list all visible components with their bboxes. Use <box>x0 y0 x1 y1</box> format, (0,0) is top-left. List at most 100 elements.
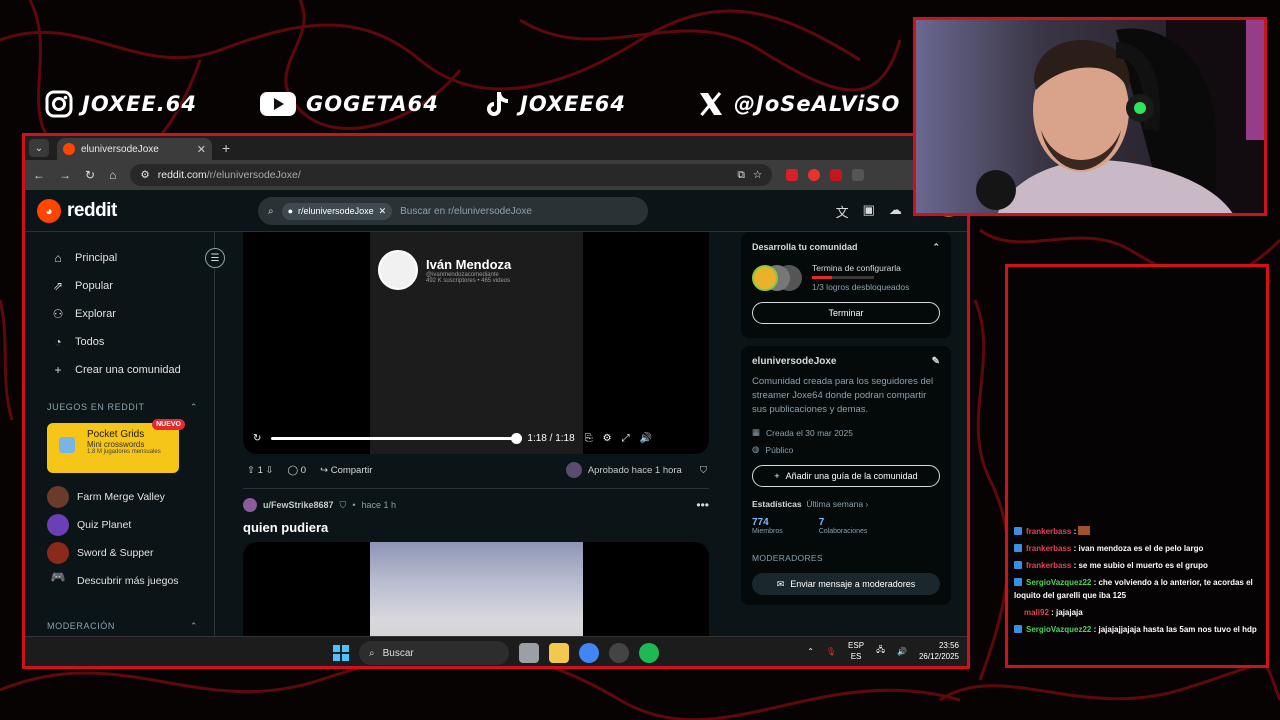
search-bar[interactable]: ⌕ ● r/eluniversodeJoxe ✕ Buscar en r/elu… <box>258 197 648 225</box>
game-sword-supper[interactable]: Sword & Supper <box>25 539 214 567</box>
nav-principal[interactable]: ⌂ Principal <box>25 244 214 272</box>
stats-period[interactable]: Última semana <box>806 499 863 509</box>
extension-icon[interactable] <box>808 169 821 181</box>
task-view-icon[interactable] <box>519 643 539 663</box>
reddit-logo[interactable]: ◕ reddit <box>37 198 257 223</box>
tab-reddit[interactable]: eluniversodeJoxe ✕ <box>57 138 212 160</box>
games-section-title[interactable]: JUEGOS EN REDDIT ⌃ <box>25 402 214 413</box>
post-author[interactable]: u/FewStrike8687 <box>263 500 334 510</box>
tab-list-button[interactable]: ⌄ <box>29 139 49 157</box>
share-button[interactable]: ↪ Compartir <box>320 465 372 476</box>
social-x: @JoSeALViSO <box>696 86 900 122</box>
replay-icon[interactable]: ↻ <box>253 433 261 444</box>
ads-icon[interactable]: ▣ <box>863 202 875 221</box>
game-farm-merge-valley[interactable]: Farm Merge Valley <box>25 483 214 511</box>
nav-popular[interactable]: ⇗ Popular <box>25 272 214 300</box>
plus-icon: + <box>54 363 62 377</box>
moderator-avatar <box>565 462 582 478</box>
tray-overflow-icon[interactable]: ⌃ <box>807 647 814 656</box>
chevron-up-icon[interactable]: ⌃ <box>932 242 940 253</box>
url-path: /r/eluniversodeJoxe/ <box>206 169 301 181</box>
snoo-icon: ◕ <box>37 198 61 223</box>
message-mods-button[interactable]: ✉ Enviar mensaje a moderadores <box>752 573 940 595</box>
webcam-feed <box>913 17 1267 216</box>
nav-label: Todos <box>75 336 105 348</box>
game-avatar <box>47 514 69 536</box>
file-explorer-icon[interactable] <box>549 643 569 663</box>
moderation-section-title[interactable]: MODERACIÓN ⌃ <box>25 621 214 632</box>
vote-group: ⇧ 1 ⇩ <box>247 465 274 476</box>
nav-explorar[interactable]: ⚇ Explorar <box>25 300 214 328</box>
install-app-icon[interactable]: ⧉ <box>737 169 745 182</box>
volume-icon[interactable]: 🔊 <box>640 433 652 444</box>
approved-status: Aprobado hace 1 hora ⛉ <box>565 462 707 478</box>
microphone-icon[interactable]: 🎙 <box>826 647 836 656</box>
add-guide-button[interactable]: + Añadir una guía de la comunidad <box>752 465 940 487</box>
chat-messages: frankerbass : frankerbass : ivan mendoza… <box>1014 525 1264 640</box>
finish-button[interactable]: Terminar <box>752 302 940 324</box>
spotify-icon[interactable] <box>639 643 659 663</box>
gamepad-icon: 🎮 <box>50 570 66 584</box>
chat-icon[interactable]: ☁ <box>889 202 902 221</box>
windows-start-icon[interactable] <box>333 645 349 661</box>
reload-icon[interactable]: ↻ <box>85 168 95 182</box>
social-instagram: JOXEE.64 <box>44 86 197 122</box>
translate-icon[interactable]: 文 <box>836 202 849 221</box>
clock[interactable]: 23:56 26/12/2025 <box>919 640 959 662</box>
promo-title: Pocket Grids <box>87 429 145 440</box>
fullscreen-icon[interactable]: ⤢ <box>622 433 630 444</box>
adblock-extension-icon[interactable] <box>830 169 843 181</box>
upvote-icon[interactable]: ⇧ <box>247 465 255 476</box>
subreddit-chip[interactable]: ● r/eluniversodeJoxe ✕ <box>281 202 393 220</box>
back-icon[interactable]: ← <box>33 168 45 182</box>
home-button-icon[interactable]: ⌂ <box>109 168 116 182</box>
language-indicator[interactable]: ESP ES <box>848 640 864 662</box>
downvote-icon[interactable]: ⇩ <box>266 465 274 476</box>
comments-button[interactable]: ◯ 0 <box>288 465 307 476</box>
stats: 774 Miembros 7 Colaboraciones <box>752 517 940 535</box>
address-field[interactable]: ⚙ reddit.com/r/eluniversodeJoxe/ ⧉ ☆ <box>130 164 773 186</box>
clear-chip-icon[interactable]: ✕ <box>379 206 387 217</box>
game-label: Sword & Supper <box>77 547 154 559</box>
video-progress[interactable] <box>271 432 523 444</box>
progress-fill <box>812 276 833 279</box>
collapse-nav-button[interactable]: ☰ <box>205 248 225 268</box>
progress-knob[interactable] <box>511 432 523 444</box>
captions-icon[interactable]: ⎘ <box>585 433 593 444</box>
site-info-icon[interactable]: ⚙ <box>140 169 149 181</box>
moderation-title: MODERACIÓN <box>47 621 116 631</box>
shield-icon[interactable]: ⛉ <box>700 465 707 476</box>
user-avatar[interactable] <box>243 498 257 512</box>
new-tab-icon[interactable]: + <box>222 140 230 156</box>
game-label: Farm Merge Valley <box>77 491 165 503</box>
network-icon[interactable]: 🖧 <box>876 644 885 658</box>
achievement-badges <box>752 264 804 291</box>
extensions-puzzle-icon[interactable] <box>852 169 865 181</box>
extension-icon[interactable] <box>786 169 799 181</box>
extensions <box>786 169 865 181</box>
approved-label: Aprobado hace 1 hora <box>587 464 682 476</box>
nav-todos[interactable]: ◔ Todos <box>25 328 214 356</box>
edit-pencil-icon[interactable]: ✎ <box>932 356 940 367</box>
chrome-icon[interactable] <box>579 643 599 663</box>
discover-games[interactable]: 🎮 Descubrir más juegos <box>25 567 214 595</box>
promo-pocket-grids[interactable]: Pocket Grids Mini crosswords 1.8 M jugad… <box>47 419 185 473</box>
video-controls: ↻ 1:18 / 1:18 ⎘ ⚙ ⤢ 🔊 <box>253 430 699 446</box>
comment-icon: ◯ <box>287 464 299 476</box>
forward-icon[interactable]: → <box>59 168 71 182</box>
mod-icon: ⛉ <box>339 499 347 510</box>
more-options-icon[interactable]: ••• <box>696 498 709 512</box>
tiktok-icon <box>482 89 512 119</box>
game-quiz-planet[interactable]: Quiz Planet <box>25 511 214 539</box>
obs-icon[interactable] <box>609 643 629 663</box>
volume-icon[interactable]: 🔊 <box>897 647 907 656</box>
post-title[interactable]: quien pudiera <box>243 520 328 535</box>
video-player[interactable]: Iván Mendoza @ivanmendozacomediante 492 … <box>243 232 709 454</box>
post-time: hace 1 h <box>361 500 396 510</box>
taskbar-search[interactable]: ⌕ Buscar <box>359 641 509 665</box>
nav-create-community[interactable]: + Crear una comunidad <box>25 356 214 384</box>
close-tab-icon[interactable]: ✕ <box>197 143 206 156</box>
settings-gear-icon[interactable]: ⚙ <box>603 433 612 444</box>
bookmark-star-icon[interactable]: ☆ <box>753 169 762 181</box>
tab-title: eluniversodeJoxe <box>81 143 159 155</box>
